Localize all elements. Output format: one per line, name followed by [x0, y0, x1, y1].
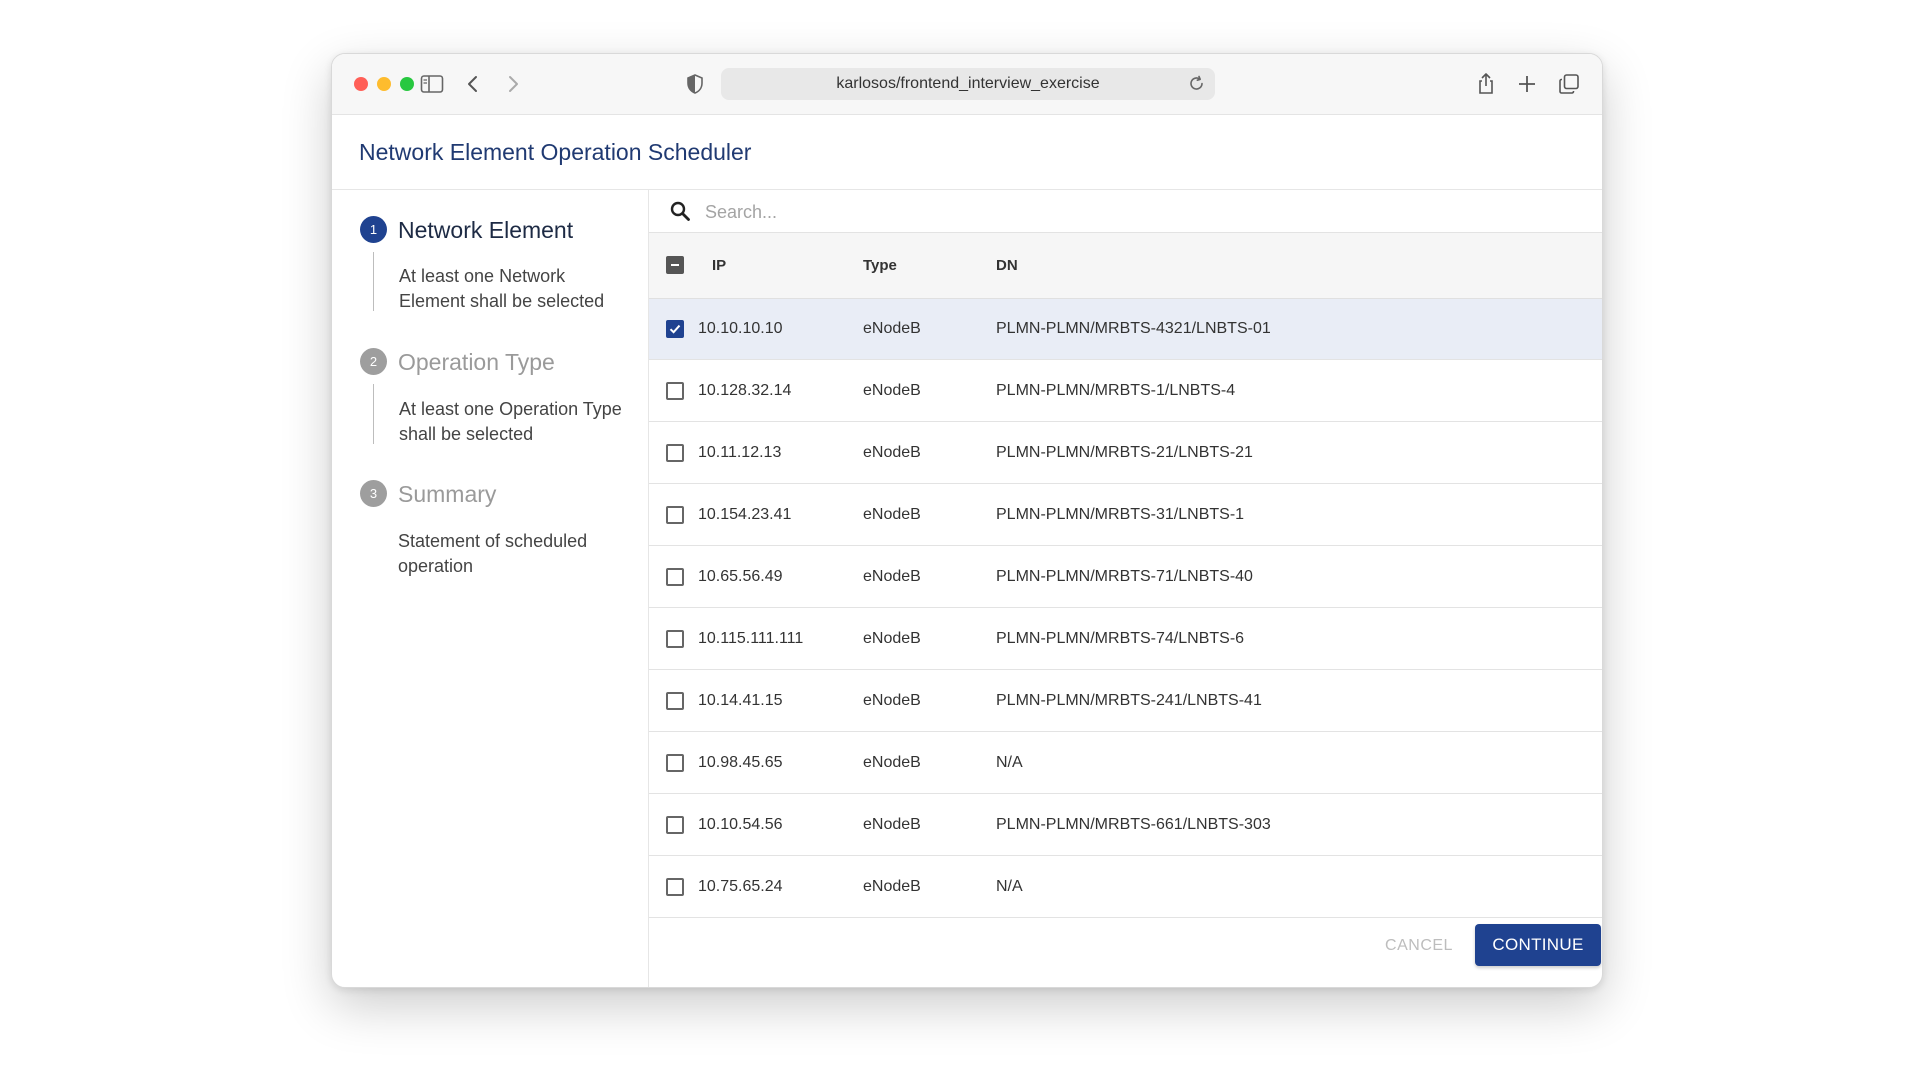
forward-icon[interactable]	[499, 70, 527, 98]
search-icon	[669, 200, 691, 222]
table-row[interactable]: 10.11.12.13 eNodeB PLMN-PLMN/MRBTS-21/LNBT…	[649, 423, 1602, 484]
row-checkbox[interactable]	[666, 444, 684, 462]
dialog-actions: CANCEL CONTINUE	[649, 904, 1602, 987]
cell-ip: 10.128.32.14	[698, 382, 792, 399]
cell-dn: N/A	[996, 878, 1023, 895]
cell-type: eNodeB	[863, 506, 921, 523]
table-row[interactable]: 10.98.45.65 eNodeB N/A	[649, 733, 1602, 794]
table-row[interactable]: 10.115.111.111 eNodeB PLMN-PLMN/MRBTS-74/L…	[649, 609, 1602, 670]
cell-dn: PLMN-PLMN/MRBTS-1/LNBTS-4	[996, 382, 1236, 399]
shield-icon[interactable]	[681, 70, 709, 98]
step-1-title: Network Element	[398, 217, 574, 243]
cell-ip: 10.10.54.56	[698, 816, 783, 833]
column-header-type[interactable]: Type	[863, 257, 897, 274]
network-element-panel: IP Type DN 10.10.10.10 eNodeB PLMN-PLMN/MR…	[649, 190, 1602, 987]
cell-type: eNodeB	[863, 444, 921, 461]
reload-icon[interactable]	[1187, 74, 1207, 94]
cell-type: eNodeB	[863, 382, 921, 399]
browser-window: karlosos/frontend_interview_exercise Net…	[331, 53, 1603, 988]
row-checkbox[interactable]	[666, 816, 684, 834]
page-title: Network Element Operation Scheduler	[359, 139, 752, 165]
step-2-number: 2	[360, 348, 387, 375]
column-header-dn[interactable]: DN	[996, 257, 1018, 274]
cell-dn: PLMN-PLMN/MRBTS-4321/LNBTS-01	[996, 320, 1271, 337]
cell-dn: PLMN-PLMN/MRBTS-661/LNBTS-303	[996, 816, 1271, 833]
select-all-checkbox[interactable]	[666, 256, 684, 274]
cell-dn: N/A	[996, 754, 1023, 771]
tab-overview-icon[interactable]	[1555, 70, 1583, 98]
cell-ip: 10.10.10.10	[698, 320, 783, 337]
cell-type: eNodeB	[863, 568, 921, 585]
cell-ip: 10.11.12.13	[698, 444, 782, 461]
step-connector	[373, 384, 374, 444]
row-checkbox[interactable]	[666, 320, 684, 338]
search-bar	[649, 190, 1602, 233]
table-row[interactable]: 10.10.54.56 eNodeB PLMN-PLMN/MRBTS-661/LNB…	[649, 795, 1602, 856]
cell-ip: 10.115.111.111	[698, 630, 804, 647]
step-1-description: At least one Network Element shall be se…	[399, 266, 605, 311]
cell-type: eNodeB	[863, 816, 921, 833]
back-icon[interactable]	[459, 70, 487, 98]
browser-toolbar: karlosos/frontend_interview_exercise	[332, 54, 1602, 115]
cell-dn: PLMN-PLMN/MRBTS-71/LNBTS-40	[996, 568, 1253, 585]
stepper: 1 Network Element At least one Network E…	[332, 190, 649, 987]
share-icon[interactable]	[1472, 70, 1500, 98]
row-checkbox[interactable]	[666, 506, 684, 524]
step-1-number: 1	[360, 216, 387, 243]
cell-type: eNodeB	[863, 320, 921, 337]
cell-type: eNodeB	[863, 878, 921, 895]
app-header: Network Element Operation Scheduler	[332, 115, 1602, 190]
table-row[interactable]: 10.154.23.41 eNodeB PLMN-PLMN/MRBTS-31/LNB…	[649, 485, 1602, 546]
cell-ip: 10.98.45.65	[698, 754, 783, 771]
step-connector	[373, 252, 374, 311]
cancel-button[interactable]: CANCEL	[1374, 928, 1464, 964]
step-3-title: Summary	[398, 481, 497, 507]
table-row[interactable]: 10.14.41.15 eNodeB PLMN-PLMN/MRBTS-241/LNB…	[649, 671, 1602, 732]
step-2-description: At least one Operation Type shall be sel…	[399, 399, 622, 444]
row-checkbox[interactable]	[666, 630, 684, 648]
zoom-window-button[interactable]	[400, 77, 414, 91]
table-row[interactable]: 10.128.32.14 eNodeB PLMN-PLMN/MRBTS-1/LNBT…	[649, 361, 1602, 422]
cell-ip: 10.75.65.24	[698, 878, 783, 895]
column-header-ip[interactable]: IP	[712, 257, 726, 274]
row-checkbox[interactable]	[666, 382, 684, 400]
continue-button[interactable]: CONTINUE	[1475, 924, 1601, 966]
cell-dn: PLMN-PLMN/MRBTS-31/LNBTS-1	[996, 506, 1245, 523]
cell-type: eNodeB	[863, 692, 921, 709]
row-checkbox[interactable]	[666, 878, 684, 896]
cell-dn: PLMN-PLMN/MRBTS-74/LNBTS-6	[996, 630, 1245, 647]
step-2-title: Operation Type	[398, 349, 555, 375]
cell-ip: 10.65.56.49	[698, 568, 783, 585]
table-row[interactable]: 10.10.10.10 eNodeB PLMN-PLMN/MRBTS-4321/LN…	[649, 299, 1602, 360]
cell-dn: PLMN-PLMN/MRBTS-241/LNBTS-41	[996, 692, 1262, 709]
close-window-button[interactable]	[354, 77, 368, 91]
step-3-number: 3	[360, 480, 387, 507]
address-bar[interactable]: karlosos/frontend_interview_exercise	[721, 68, 1215, 100]
table-row[interactable]: 10.65.56.49 eNodeB PLMN-PLMN/MRBTS-71/LNBT…	[649, 547, 1602, 608]
cell-ip: 10.154.23.41	[698, 506, 792, 523]
url-text: karlosos/frontend_interview_exercise	[836, 75, 1100, 92]
table-header: IP Type DN	[649, 233, 1602, 299]
new-tab-icon[interactable]	[1513, 70, 1541, 98]
cell-type: eNodeB	[863, 630, 921, 647]
row-checkbox[interactable]	[666, 754, 684, 772]
search-input[interactable]	[703, 196, 1307, 228]
sidebar-toggle-icon[interactable]	[418, 70, 446, 98]
row-checkbox[interactable]	[666, 568, 684, 586]
cell-type: eNodeB	[863, 754, 921, 771]
cell-ip: 10.14.41.15	[698, 692, 783, 709]
cell-dn: PLMN-PLMN/MRBTS-21/LNBTS-21	[996, 444, 1253, 461]
step-3-description: Statement of scheduled operation	[398, 531, 588, 576]
minimize-window-button[interactable]	[377, 77, 391, 91]
row-checkbox[interactable]	[666, 692, 684, 710]
